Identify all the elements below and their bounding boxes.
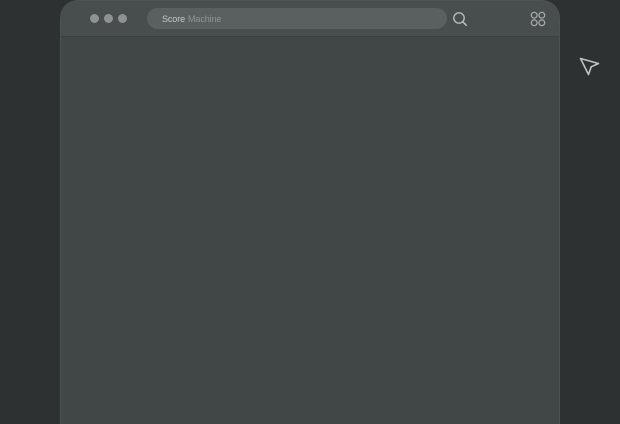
window-controls — [90, 14, 127, 23]
window-control-dot[interactable] — [90, 14, 99, 23]
search-icon[interactable] — [452, 11, 468, 27]
page-content — [61, 37, 559, 424]
title-bar: Score Machine — [61, 1, 559, 37]
address-bar[interactable]: Score Machine — [147, 8, 447, 29]
window-control-dot[interactable] — [104, 14, 113, 23]
address-brand-primary: Score — [162, 13, 186, 24]
address-brand-secondary: Machine — [188, 13, 222, 24]
window-control-dot[interactable] — [118, 14, 127, 23]
cursor-arrow-icon — [578, 54, 602, 78]
apps-grid-icon[interactable] — [530, 11, 546, 27]
browser-window: Score Machine — [60, 0, 560, 424]
